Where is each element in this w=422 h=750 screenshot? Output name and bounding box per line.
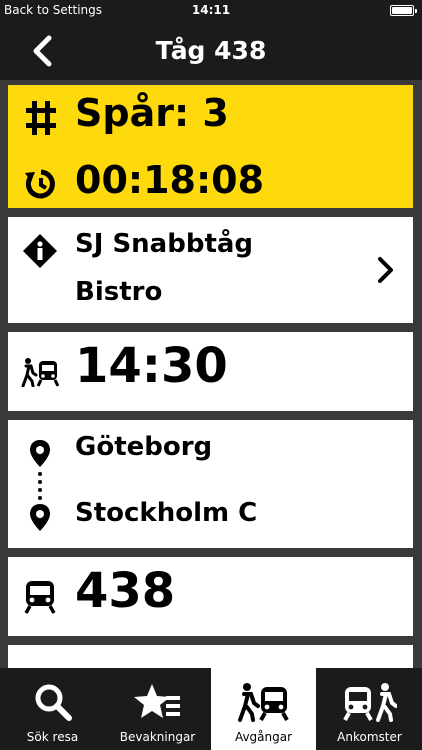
train-icon [22, 578, 58, 616]
tab-bar: Sök resa Bevakningar Avgångar Ankomster [0, 668, 422, 750]
departure-time-card: 14:30 [8, 332, 413, 411]
tab-ankomster[interactable]: Ankomster [317, 668, 422, 750]
walk-train-icon [237, 676, 291, 728]
origin-station: Göteborg [75, 432, 213, 462]
route-card: Göteborg Stockholm C [8, 420, 413, 548]
nav-bar: Tåg 438 [0, 22, 422, 80]
tab-sok-resa[interactable]: Sök resa [0, 668, 105, 750]
train-details: Spår: 3 00:18:08 SJ Snabbtåg Bistro 14:3… [0, 80, 422, 668]
countdown-time: 00:18:08 [75, 158, 265, 202]
info-icon [22, 233, 58, 269]
status-time: 14:11 [191, 3, 231, 17]
departure-time: 14:30 [75, 338, 228, 394]
chevron-right-icon [374, 253, 398, 287]
tab-label: Sök resa [26, 730, 79, 744]
route-line-icon [28, 438, 52, 538]
train-type: SJ Snabbtåg [75, 229, 254, 259]
page-title: Tåg 438 [155, 36, 267, 65]
train-info-card[interactable]: SJ Snabbtåg Bistro [8, 217, 413, 323]
train-walk-icon [342, 676, 397, 728]
destination-station: Stockholm C [75, 498, 258, 528]
countdown-clock-icon [22, 165, 60, 203]
battery-icon [390, 5, 417, 16]
train-number-card: 438 [8, 557, 413, 636]
next-card [8, 645, 413, 668]
train-number: 438 [75, 563, 176, 619]
track-number: Spår: 3 [75, 91, 229, 135]
star-list-icon [133, 676, 182, 728]
status-bar: Back to Settings 14:11 [0, 0, 422, 22]
train-service: Bistro [75, 277, 163, 307]
tab-label: Ankomster [337, 730, 402, 744]
tab-bevakningar[interactable]: Bevakningar [105, 668, 210, 750]
tab-label: Bevakningar [119, 730, 196, 744]
tab-avgangar[interactable]: Avgångar [211, 668, 316, 750]
track-icon [23, 100, 59, 136]
search-icon [33, 676, 73, 728]
tab-label: Avgångar [234, 730, 293, 744]
track-card: Spår: 3 00:18:08 [8, 85, 413, 208]
walk-train-icon [20, 354, 60, 390]
